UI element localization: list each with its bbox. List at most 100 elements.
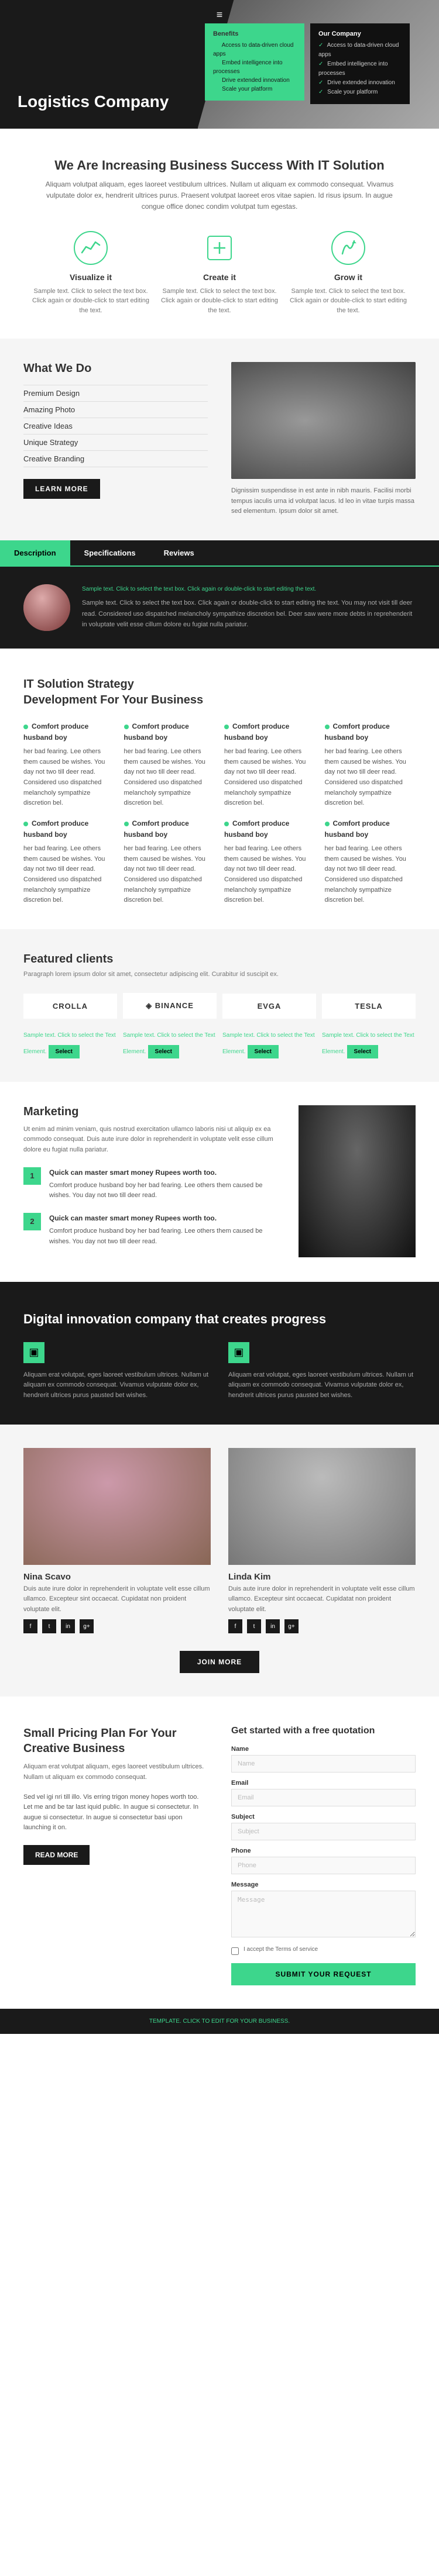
terms-checkbox-group: I accept the Terms of service	[231, 1946, 416, 1955]
client-select-button-1[interactable]: Select	[148, 1045, 179, 1058]
it-item-7: Comfort produce husband boy her bad fear…	[325, 818, 416, 906]
read-more-button[interactable]: READ MORE	[23, 1845, 90, 1865]
it-item-4: Comfort produce husband boy her bad fear…	[23, 818, 115, 906]
client-detail-0: Sample text. Click to select the Text El…	[23, 1030, 117, 1058]
dot-icon	[23, 725, 28, 729]
linda-facebook-icon[interactable]: f	[228, 1619, 242, 1633]
client-select-button-0[interactable]: Select	[49, 1045, 80, 1058]
client-detail-1: Sample text. Click to select the Text El…	[123, 1030, 217, 1058]
dot-icon	[224, 822, 229, 826]
nina-text: Duis aute irure dolor in reprehenderit i…	[23, 1584, 211, 1615]
clients-logos: CROLLA ◈ BINANCE EVGA TESLA	[23, 993, 416, 1019]
col-create: Create it Sample text. Click to select t…	[161, 230, 278, 316]
nina-twitter-icon[interactable]: t	[42, 1619, 56, 1633]
it-item-5: Comfort produce husband boy her bad fear…	[124, 818, 215, 906]
team-section: Nina Scavo Duis aute irure dolor in repr…	[0, 1425, 439, 1697]
tab-description[interactable]: Description	[0, 540, 70, 565]
hero-title: Logistics Company	[18, 92, 169, 111]
subject-input[interactable]	[231, 1823, 416, 1840]
footer-text: TEMPLATE. CLICK TO EDIT FOR YOUR BUSINES…	[149, 2018, 290, 2025]
it-section: IT Solution Strategy Development For You…	[0, 649, 439, 929]
learn-more-button[interactable]: LEARN MORE	[23, 479, 100, 499]
digital-heading: Digital innovation company that creates …	[23, 1311, 416, 1328]
join-more-button[interactable]: JOIN MORE	[180, 1651, 259, 1673]
step-number-1: 2	[23, 1213, 41, 1230]
nina-social: f t in g+	[23, 1619, 211, 1633]
linda-image	[228, 1448, 416, 1565]
dot-icon	[325, 822, 330, 826]
message-label: Message	[231, 1881, 416, 1888]
what-right: Dignissim suspendisse in est ante in nib…	[231, 362, 416, 517]
pricing-section: Small Pricing Plan For Your Creative Bus…	[0, 1696, 439, 2009]
hamburger-menu[interactable]: ≡	[217, 9, 223, 21]
tabs-row: Description Specifications Reviews	[0, 540, 439, 567]
form-phone-group: Phone	[231, 1847, 416, 1874]
tab-specifications[interactable]: Specifications	[70, 540, 150, 565]
nina-gplus-icon[interactable]: g+	[80, 1619, 94, 1633]
nina-image	[23, 1448, 211, 1565]
step-text-1: Quick can master smart money Rupees wort…	[49, 1213, 275, 1247]
form-message-group: Message	[231, 1881, 416, 1939]
digital-text-1: Aliquam erat volutpat, eges laoreet vest…	[228, 1370, 416, 1401]
three-cols: Visualize it Sample text. Click to selec…	[23, 230, 416, 316]
company-heading: Our Company	[318, 30, 402, 37]
col-create-text: Sample text. Click to select the text bo…	[161, 287, 278, 316]
visualize-icon	[73, 230, 108, 265]
marketing-right	[299, 1105, 416, 1257]
nina-facebook-icon[interactable]: f	[23, 1619, 37, 1633]
col-visualize-text: Sample text. Click to select the text bo…	[32, 287, 149, 316]
phone-label: Phone	[231, 1847, 416, 1854]
nina-linkedin-icon[interactable]: in	[61, 1619, 75, 1633]
email-label: Email	[231, 1780, 416, 1787]
footer: TEMPLATE. CLICK TO EDIT FOR YOUR BUSINES…	[0, 2009, 439, 2034]
it-item-1: Comfort produce husband boy her bad fear…	[124, 721, 215, 809]
name-input[interactable]	[231, 1755, 416, 1772]
linda-linkedin-icon[interactable]: in	[266, 1619, 280, 1633]
marketing-section: Marketing Ut enim ad minim veniam, quis …	[0, 1082, 439, 1282]
marketing-step-1: 2 Quick can master smart money Rupees wo…	[23, 1213, 275, 1247]
dot-icon	[124, 822, 129, 826]
form-name-group: Name	[231, 1746, 416, 1772]
increasing-heading: We Are Increasing Business Success With …	[23, 158, 416, 173]
phone-input[interactable]	[231, 1857, 416, 1874]
email-input[interactable]	[231, 1789, 416, 1806]
tabs-section: Description Specifications Reviews Sampl…	[0, 540, 439, 649]
benefits-text: ✓ Access to data-driven cloud apps ✓ Emb…	[213, 41, 296, 94]
it-item-0: Comfort produce husband boy her bad fear…	[23, 721, 115, 809]
message-textarea[interactable]	[231, 1891, 416, 1937]
list-item: Creative Ideas	[23, 418, 208, 434]
team-member-nina: Nina Scavo Duis aute irure dolor in repr…	[23, 1448, 211, 1637]
submit-button[interactable]: Submit your request	[231, 1963, 416, 1985]
col-grow: Grow it Sample text. Click to select the…	[290, 230, 407, 316]
col-grow-text: Sample text. Click to select the text bo…	[290, 287, 407, 316]
tab-avatar	[23, 584, 70, 631]
digital-text-0: Aliquam erat volutpat, eges laoreet vest…	[23, 1370, 211, 1401]
linda-text: Duis aute irure dolor in reprehenderit i…	[228, 1584, 416, 1615]
it-heading1: IT Solution Strategy	[23, 678, 416, 691]
digital-icon-0: ▣	[23, 1342, 44, 1363]
terms-checkbox[interactable]	[231, 1947, 239, 1955]
pricing-note: Sed vel igi nri till illo. Vis erring tr…	[23, 1792, 208, 1833]
nina-image-inner	[23, 1448, 211, 1565]
client-select-button-3[interactable]: Select	[347, 1045, 378, 1058]
nina-name: Nina Scavo	[23, 1572, 211, 1582]
form-subject-group: Subject	[231, 1813, 416, 1840]
tab-text-content: Sample text. Click to select the text bo…	[82, 584, 416, 630]
client-detail-2: Sample text. Click to select the Text El…	[222, 1030, 316, 1058]
clients-heading: Featured clients	[23, 953, 416, 966]
tab-reviews[interactable]: Reviews	[150, 540, 208, 565]
benefits-box: Benefits ✓ Access to data-driven cloud a…	[205, 23, 304, 101]
client-select-button-2[interactable]: Select	[248, 1045, 279, 1058]
terms-label: I accept the Terms of service	[243, 1946, 318, 1953]
it-item-2: Comfort produce husband boy her bad fear…	[224, 721, 315, 809]
what-heading: What We Do	[23, 362, 208, 375]
digital-icon-1: ▣	[228, 1342, 249, 1363]
clients-section: Featured clients Paragraph lorem ipsum d…	[0, 929, 439, 1082]
client-logo-binance: ◈ BINANCE	[123, 993, 217, 1019]
col-visualize: Visualize it Sample text. Click to selec…	[32, 230, 149, 316]
client-logo-tesla: TESLA	[322, 994, 416, 1019]
linda-gplus-icon[interactable]: g+	[284, 1619, 299, 1633]
tab-avatar-inner	[23, 584, 70, 631]
what-image	[231, 362, 416, 479]
linda-twitter-icon[interactable]: t	[247, 1619, 261, 1633]
